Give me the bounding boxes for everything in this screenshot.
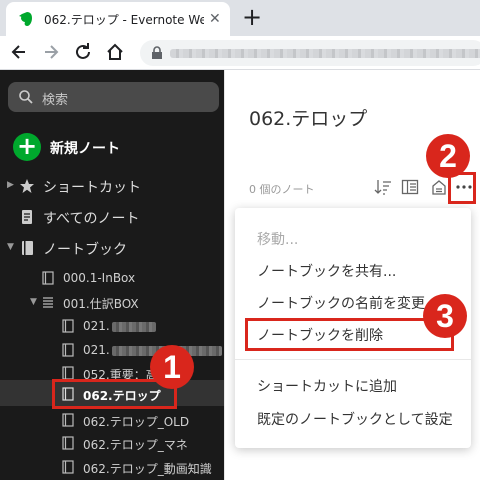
lock-icon xyxy=(152,46,162,59)
sort-icon[interactable] xyxy=(374,178,392,196)
notebook-label: 000.1-InBox xyxy=(63,271,136,285)
search-input[interactable]: 検索 xyxy=(8,82,219,112)
view-options-icon[interactable] xyxy=(401,178,419,196)
browser-tab-bar: 062.テロップ - Evernote Web ✕ + xyxy=(0,0,480,36)
notebook-label: 062.テロップ_動画知識 xyxy=(83,462,212,476)
sidebar-item-label: すべてのノート xyxy=(43,211,140,227)
notebook-icon xyxy=(42,271,54,285)
blurred-text xyxy=(111,321,156,332)
collapse-arrow-icon[interactable]: ▼ xyxy=(7,242,14,252)
menu-item-share-notebook[interactable]: ノートブックを共有... xyxy=(235,254,471,284)
screen: 062.テロップ - Evernote Web ✕ + 検索 + 新規ノート ▶… xyxy=(0,0,480,480)
collapse-arrow-icon[interactable]: ▼ xyxy=(30,297,37,307)
step-badge-3: 3 xyxy=(423,294,467,338)
highlight-box-step3 xyxy=(245,318,454,351)
share-icon[interactable] xyxy=(430,178,448,196)
browser-tab[interactable]: 062.テロップ - Evernote Web ✕ xyxy=(6,2,230,36)
stack-icon xyxy=(43,297,53,308)
reload-icon[interactable] xyxy=(72,41,94,63)
sidebar: 検索 + 新規ノート ▶ ショートカット すべてのノート ▼ ノートブック 00… xyxy=(0,70,224,480)
menu-item-label: ショートカットに追加 xyxy=(257,379,397,395)
menu-item-add-shortcut[interactable]: ショートカットに追加 xyxy=(235,369,471,399)
tab-close-icon[interactable]: ✕ xyxy=(209,11,221,27)
notebook-icon xyxy=(62,343,74,357)
sidebar-item-notebooks[interactable]: ▼ ノートブック xyxy=(0,234,224,262)
notebook-icon xyxy=(62,413,74,427)
notebook-icon xyxy=(62,460,74,474)
menu-item-label: ノートブックの名前を変更 xyxy=(257,296,425,312)
search-icon xyxy=(19,90,33,104)
search-placeholder: 検索 xyxy=(42,93,69,108)
sidebar-item-label: ショートカット xyxy=(43,180,141,196)
sidebar-item-all-notes[interactable]: すべてのノート xyxy=(0,203,224,231)
page-title: 062.テロップ xyxy=(249,108,368,130)
step-badge-1: 1 xyxy=(150,345,194,389)
menu-divider xyxy=(235,359,471,360)
expand-arrow-icon[interactable]: ▶ xyxy=(7,180,14,190)
menu-item-move: 移動... xyxy=(235,222,471,252)
blurred-url xyxy=(170,49,480,58)
menu-item-label: 既定のノートブックとして設定 xyxy=(257,412,453,428)
menu-item-set-default[interactable]: 既定のノートブックとして設定 xyxy=(235,402,471,432)
notebook-label: 001.仕訳BOX xyxy=(63,297,139,311)
star-icon xyxy=(20,179,34,193)
plus-icon: + xyxy=(13,133,41,161)
notebook-label-text: 021. xyxy=(83,319,110,333)
notebook-label: 021. xyxy=(83,319,156,333)
new-note-label: 新規ノート xyxy=(50,141,120,157)
home-icon[interactable] xyxy=(104,41,126,63)
notebook-label: 062.テロップ_マネ xyxy=(83,438,188,452)
notebook-icon xyxy=(62,319,74,333)
sidebar-item-shortcuts[interactable]: ▶ ショートカット xyxy=(0,172,224,200)
note-icon xyxy=(22,210,32,224)
forward-arrow-icon[interactable] xyxy=(40,41,62,63)
address-bar[interactable] xyxy=(140,40,480,66)
notebook-item[interactable]: 062.テロップ_動画知識 xyxy=(0,453,224,480)
notebook-label-text: 021. xyxy=(83,343,110,357)
sidebar-item-label: ノートブック xyxy=(43,242,127,258)
evernote-elephant-icon xyxy=(19,12,32,26)
step-badge-2: 2 xyxy=(426,134,470,178)
notebook-label: 062.テロップ_OLD xyxy=(83,415,190,429)
tab-title: 062.テロップ - Evernote Web xyxy=(44,13,204,27)
menu-item-label: 移動... xyxy=(257,232,299,248)
back-arrow-icon[interactable] xyxy=(8,41,30,63)
notebook-icon xyxy=(62,436,74,450)
browser-toolbar xyxy=(0,36,480,70)
new-tab-icon[interactable]: + xyxy=(242,4,262,30)
note-count: 0 個のノート xyxy=(249,183,315,196)
notebook-icon xyxy=(62,366,74,380)
menu-item-label: ノートブックを共有... xyxy=(257,264,397,280)
notebook-icon xyxy=(22,241,33,255)
